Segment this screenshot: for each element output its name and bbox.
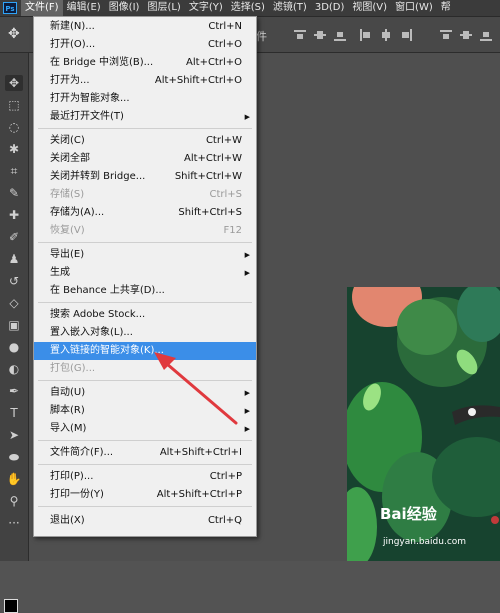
annotation-arrow (154, 352, 238, 425)
foreground-color-swatch[interactable] (4, 599, 18, 613)
